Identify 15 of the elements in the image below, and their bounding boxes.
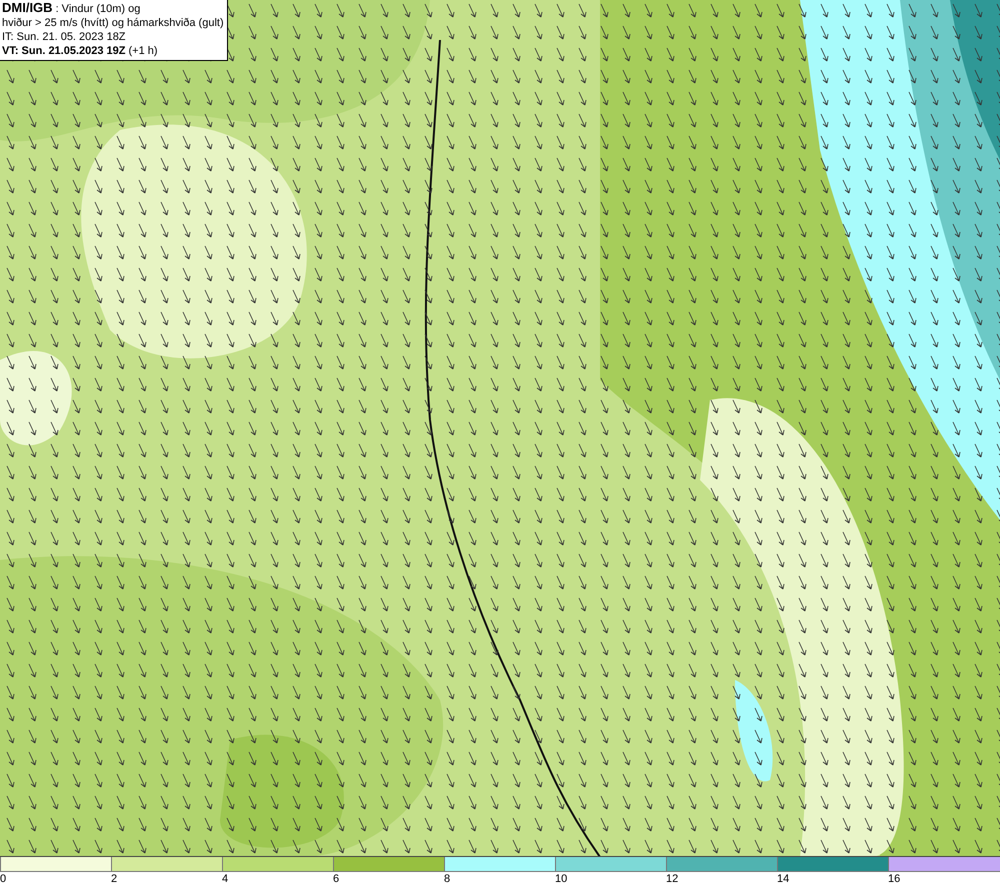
- legend-subtitle: hviður > 25 m/s (hvítt) og hámarkshviða (gult): [2, 16, 224, 30]
- scale-label: 4: [222, 872, 228, 887]
- source-label: DMI/IGB: [2, 1, 53, 15]
- scale-label: 6: [333, 872, 340, 887]
- legend-title: : Vindur (10m) og: [56, 2, 140, 16]
- valid-time: VT: Sun. 21.05.2023 19Z: [2, 44, 126, 58]
- scale-label: 2: [111, 872, 118, 887]
- lead-time: (+1 h): [128, 44, 158, 58]
- issue-time: IT: Sun. 21. 05. 2023 18Z: [2, 30, 127, 44]
- scale-label: 12: [666, 872, 678, 887]
- scale-label: 0: [0, 872, 6, 887]
- scale-label: 10: [555, 872, 568, 887]
- scale-label: 16: [888, 872, 900, 887]
- scale-label: 8: [444, 872, 450, 887]
- scale-label: 14: [777, 872, 790, 887]
